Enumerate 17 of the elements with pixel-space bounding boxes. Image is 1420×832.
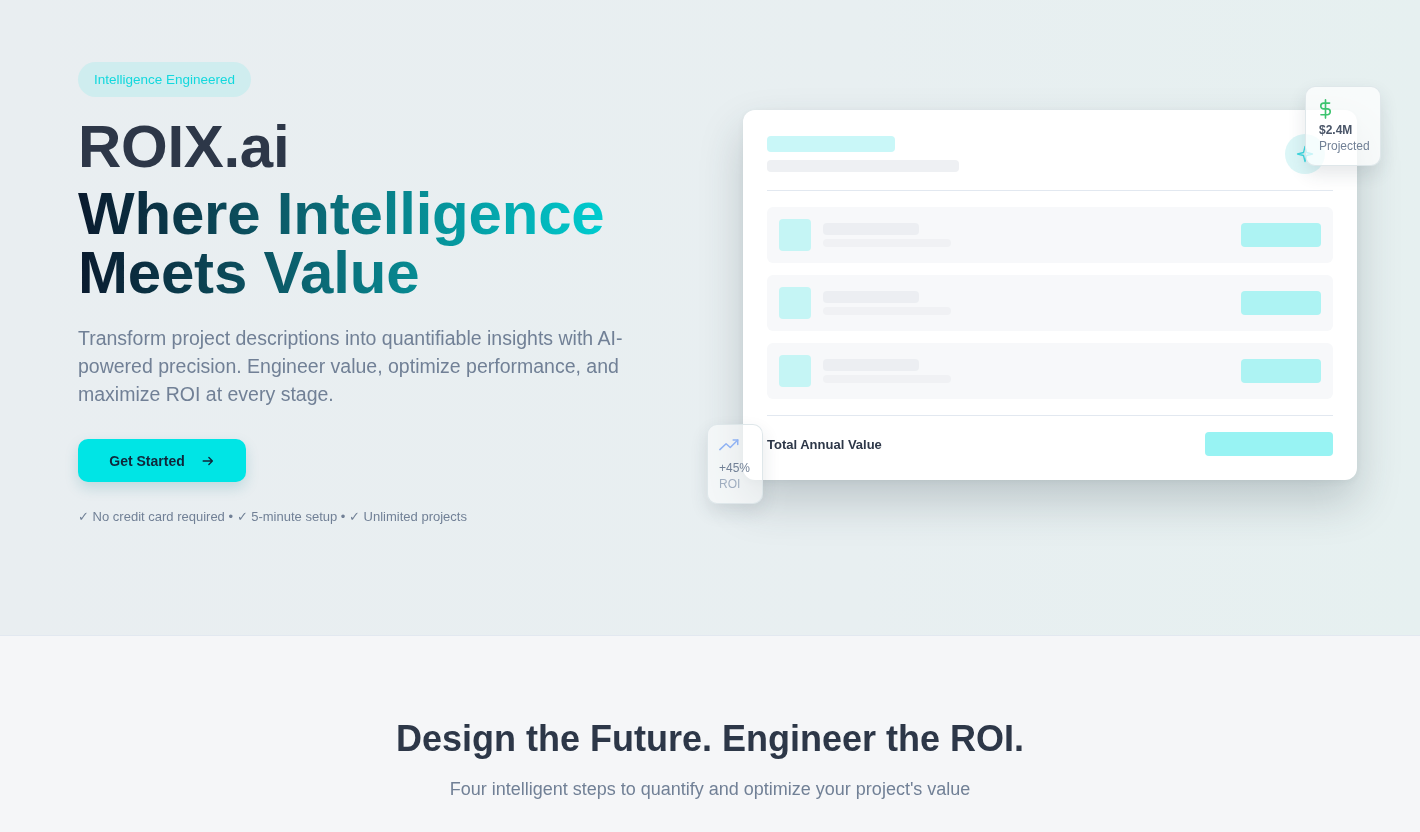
get-started-button[interactable]: Get Started [78,439,246,482]
trend-up-icon [719,439,739,451]
stat-value: +45% [719,460,751,476]
stat-caption: ROI [719,476,741,492]
perks-note: ✓ No credit card required • ✓ 5-minute setup • ✓ Unlimited projects [78,509,467,524]
placeholder-square [779,219,811,251]
stat-value: $2.4M [1319,122,1353,138]
section-subtitle: Four intelligent steps to quantify and optimize your project's value [449,778,971,801]
total-label: Total Annual Value [767,436,882,452]
hero-tag: Intelligence Engineered [78,62,252,97]
stat-caption: Projected [1319,138,1370,154]
hero-description: Transform project descriptions into quantifiable insights with AI-powered precision. Engineer value, optimize performance, and maximize ROI at every stage. [78,326,624,407]
placeholder-square [779,287,811,319]
dollar-icon [1319,99,1332,119]
placeholder-square [779,355,811,387]
brand-title: ROIX.ai [78,116,290,178]
section-heading: Design the Future. Engineer the ROI. [395,717,1025,761]
